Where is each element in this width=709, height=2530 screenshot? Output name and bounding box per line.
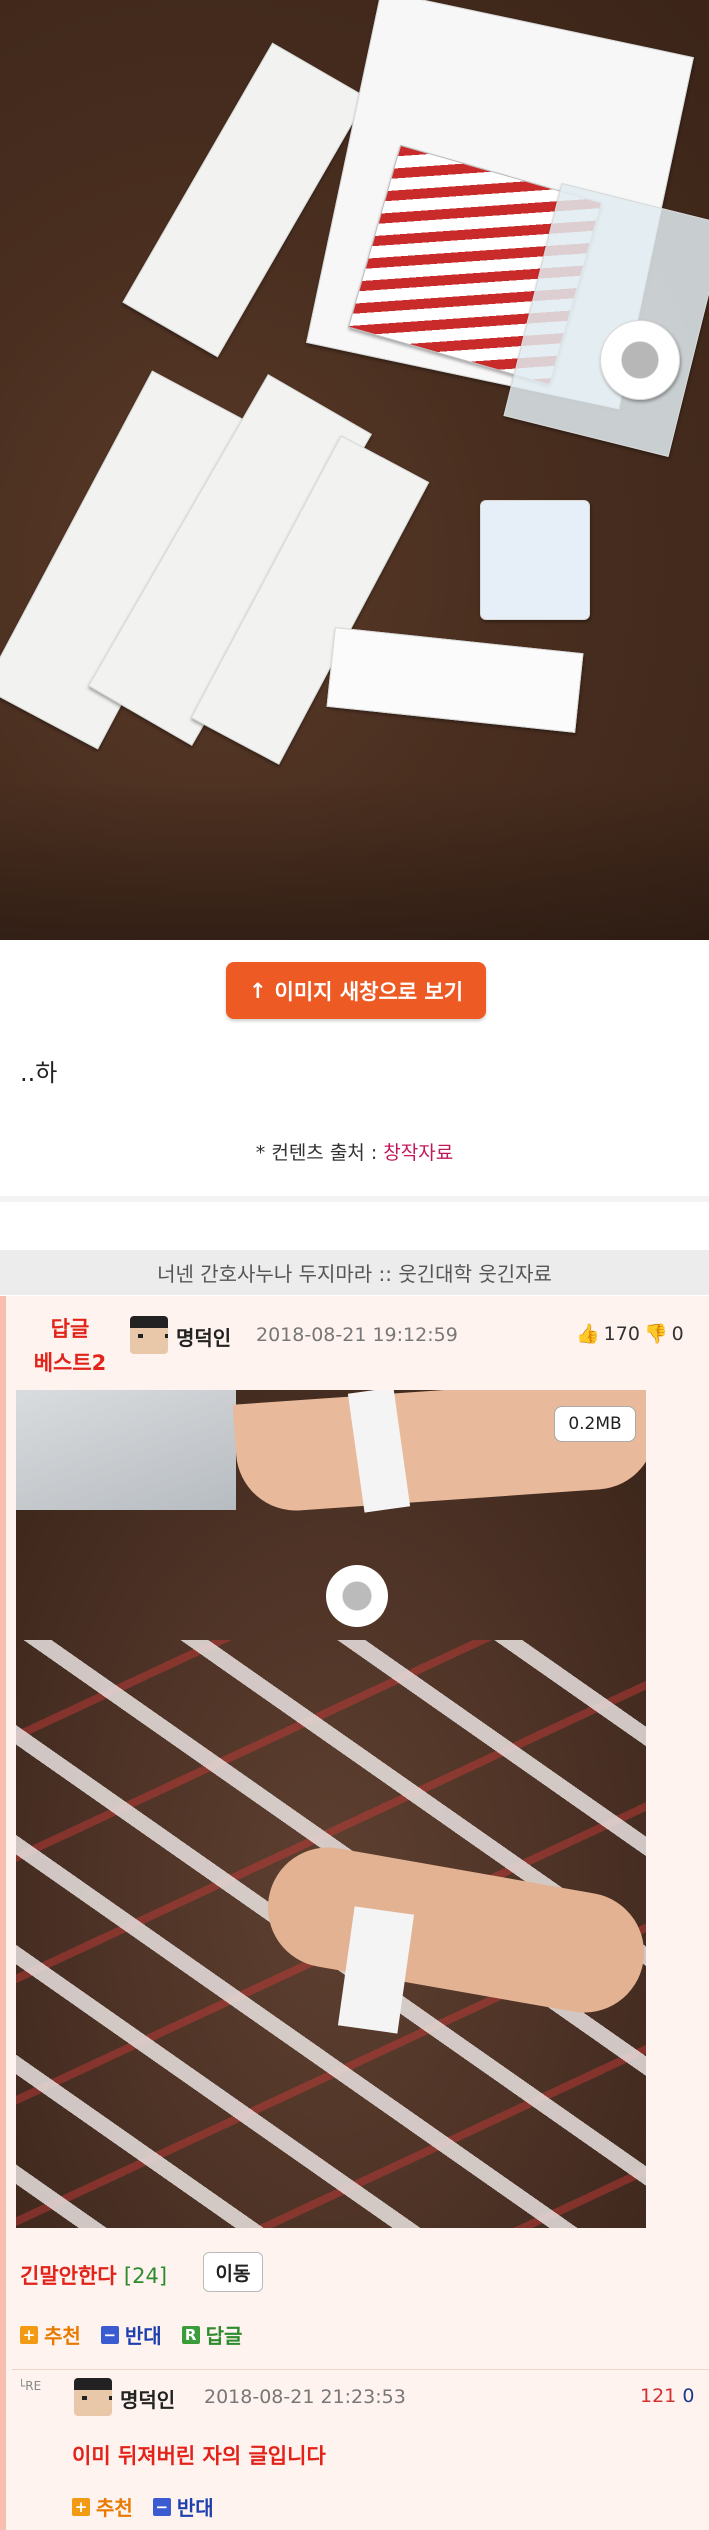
- oppose-label: 반대: [124, 2324, 162, 2348]
- reply-oppose-button[interactable]: − 반대: [152, 2492, 214, 2521]
- plus-icon: +: [72, 2497, 90, 2516]
- reply-divider: [12, 2369, 709, 2370]
- reply-actions: + 추천 − 반대: [72, 2492, 214, 2521]
- reply-button[interactable]: R 답글: [181, 2320, 243, 2349]
- reply-post-link[interactable]: 긴말안한다 [24]: [20, 2260, 167, 2290]
- open-image-label: 이미지 새창으로 보기: [274, 979, 464, 1004]
- comment-actions: + 추천 − 반대 R 답글: [20, 2320, 242, 2349]
- post-body-text: ..하: [20, 1059, 58, 1087]
- post-title: 너넨 간호사누나 두지마라 :: 웃긴대학 웃긴자료: [157, 1262, 552, 1286]
- comment-votes: 👍 170 👎 0: [576, 1322, 684, 1346]
- badge-line2: 베스트2: [33, 1351, 107, 1375]
- comment-nickname[interactable]: 명덕인: [176, 1322, 231, 1351]
- plus-icon: +: [20, 2325, 38, 2344]
- thumbs-down-icon[interactable]: 👎: [644, 1322, 668, 1345]
- reply-recommend-label: 추천: [96, 2496, 133, 2520]
- section-divider: [0, 1196, 709, 1202]
- photo-wall: [16, 1390, 236, 1510]
- reply-icon: R: [181, 2325, 200, 2344]
- reply-votes: 121 0: [640, 2385, 694, 2407]
- downvote-count: 0: [671, 1322, 684, 1345]
- upvote-count: 170: [603, 1322, 640, 1345]
- reply-arrow-icon: └RE: [18, 2379, 42, 2393]
- content-source: * 컨텐츠 출처 : 창작자료: [0, 1138, 709, 1165]
- open-image-new-window-button[interactable]: ↑ 이미지 새창으로 보기: [226, 962, 486, 1019]
- reply-recommend-button[interactable]: + 추천: [72, 2492, 133, 2521]
- oppose-button[interactable]: − 반대: [100, 2320, 162, 2349]
- reply-label: 답글: [205, 2324, 243, 2348]
- source-prefix: * 컨텐츠 출처 :: [255, 1142, 384, 1164]
- arrow-up-icon: ↑: [248, 978, 267, 1003]
- post-image-medical-supplies[interactable]: [0, 0, 709, 940]
- reply-downvote-count[interactable]: 0: [682, 2385, 694, 2407]
- thumbs-up-icon[interactable]: 👍: [576, 1322, 600, 1345]
- recommend-button[interactable]: + 추천: [20, 2320, 81, 2349]
- best-reply-badge: 답글 베스트2: [24, 1312, 116, 1380]
- reply-avatar[interactable]: [74, 2378, 112, 2416]
- minus-icon: −: [100, 2325, 119, 2344]
- comment-image-iv-hands[interactable]: 0.2MB: [16, 1390, 646, 2228]
- source-link[interactable]: 창작자료: [383, 1142, 453, 1164]
- reply-upvote-count[interactable]: 121: [640, 2385, 676, 2407]
- minus-icon: −: [152, 2497, 171, 2516]
- reply-post-count: [24]: [123, 2264, 168, 2288]
- tape-roll: [600, 320, 680, 400]
- image-size-badge: 0.2MB: [554, 1406, 636, 1442]
- reply-datetime: 2018-08-21 21:23:53: [204, 2386, 406, 2408]
- move-button[interactable]: 이동: [203, 2252, 263, 2292]
- photo-shadow: [0, 780, 709, 940]
- re-mark-label: RE: [25, 2379, 42, 2393]
- reply-post-title: 긴말안한다: [20, 2264, 117, 2288]
- reply-nickname[interactable]: 명덕인: [120, 2384, 175, 2413]
- post-title-bar: 너넨 간호사누나 두지마라 :: 웃긴대학 웃긴자료: [0, 1250, 709, 1295]
- saline-ampules: [480, 500, 590, 620]
- recommend-label: 추천: [44, 2324, 81, 2348]
- comment-datetime: 2018-08-21 19:12:59: [256, 1324, 458, 1346]
- reply-oppose-label: 반대: [176, 2496, 214, 2520]
- iv-catheter-package: [326, 627, 584, 733]
- avatar[interactable]: [130, 1316, 168, 1354]
- badge-line1: 답글: [50, 1317, 90, 1341]
- photo-tape-roll: [326, 1565, 388, 1627]
- best-comment-panel: 답글 베스트2 명덕인 2018-08-21 19:12:59 👍 170 👎 …: [0, 1296, 709, 2530]
- reply-text: 이미 뒤져버린 자의 글입니다: [72, 2444, 326, 2468]
